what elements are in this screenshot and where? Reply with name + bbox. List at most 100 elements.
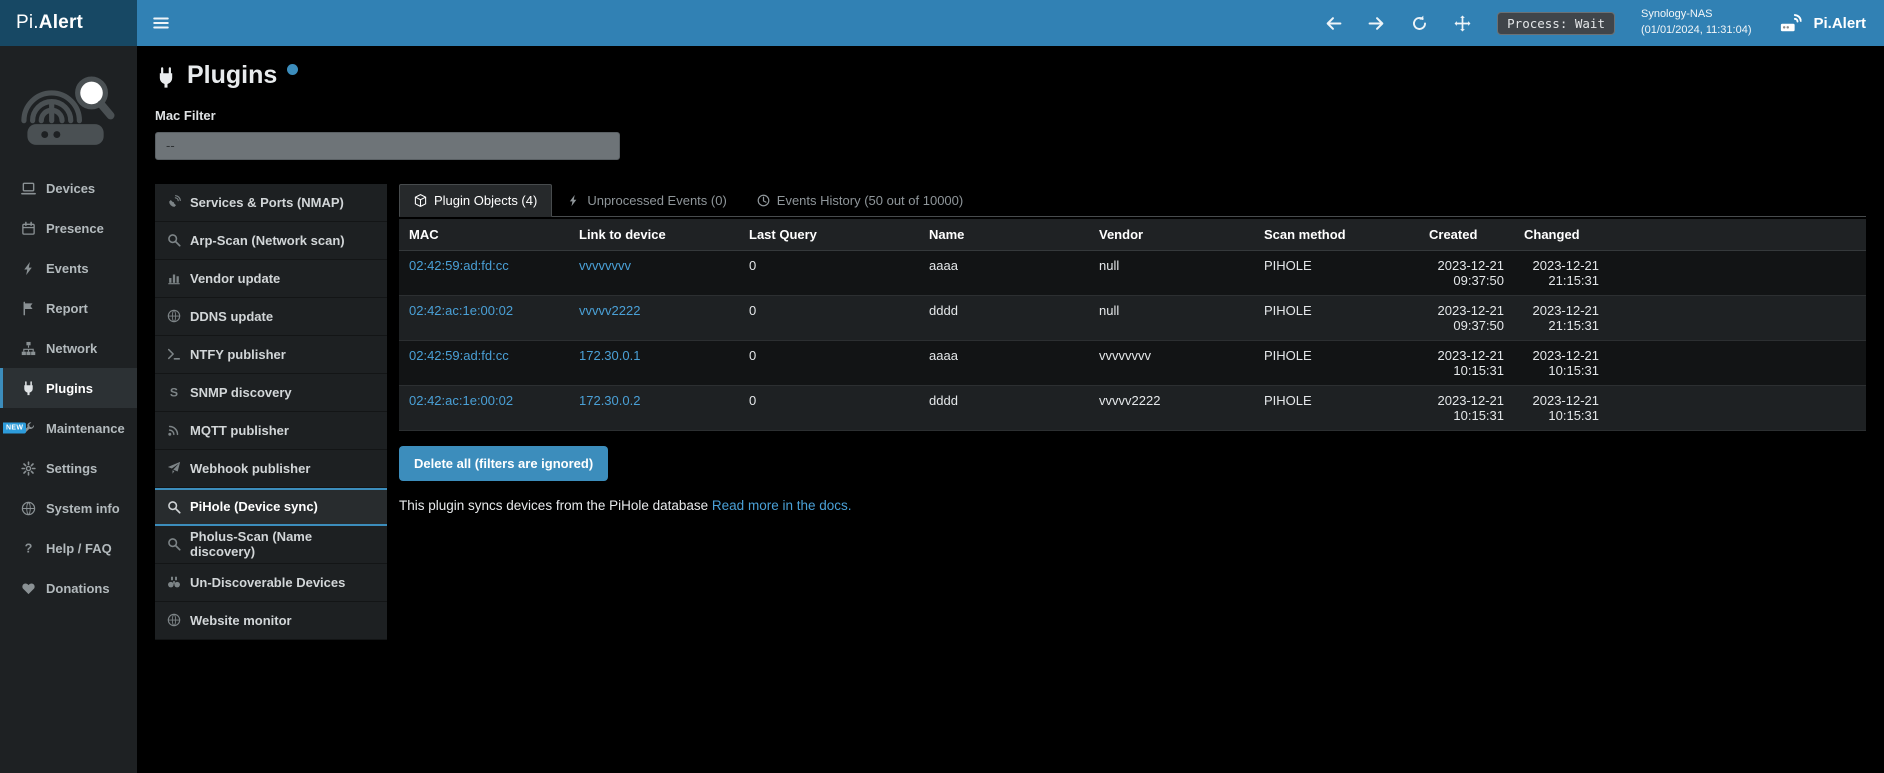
refresh-button[interactable]: [1411, 15, 1428, 32]
brand-prefix: Pi.: [16, 12, 39, 34]
sidebar-item-system-info[interactable]: System info: [0, 488, 137, 528]
process-status-badge: Process: Wait: [1497, 12, 1615, 35]
col-header-filler: [1609, 219, 1866, 251]
sidebar-item-events[interactable]: Events: [0, 248, 137, 288]
plugin-item-website-monitor[interactable]: Website monitor: [155, 602, 387, 640]
changed-cell: 2023-12-21 21:15:31: [1514, 295, 1609, 340]
sidebar-item-label: Events: [46, 261, 89, 276]
device-link[interactable]: 172.30.0.2: [579, 393, 640, 408]
plugin-item-label: Vendor update: [190, 271, 280, 286]
plugin-item-label: Un-Discoverable Devices: [190, 575, 345, 590]
header-app-name: Pi.Alert: [1813, 15, 1866, 32]
host-name: Synology-NAS: [1641, 7, 1752, 23]
table-row: 02:42:ac:1e:00:02 vvvvv2222 0 dddd null …: [399, 295, 1866, 340]
sidebar-item-label: System info: [46, 501, 120, 516]
col-header-mac[interactable]: MAC: [399, 219, 569, 251]
sidebar-item-settings[interactable]: Settings: [0, 448, 137, 488]
plugin-item-ntfy[interactable]: NTFY publisher: [155, 336, 387, 374]
back-button[interactable]: [1325, 15, 1342, 32]
created-cell: 2023-12-21 09:37:50: [1419, 250, 1514, 295]
col-header-created[interactable]: Created: [1419, 219, 1514, 251]
name-cell: dddd: [919, 385, 1089, 430]
vendor-cell: null: [1089, 250, 1254, 295]
plugin-item-webhook[interactable]: Webhook publisher: [155, 450, 387, 488]
mac-filter-input[interactable]: [155, 132, 620, 160]
sidebar-item-label: Network: [46, 341, 97, 356]
plugin-item-label: Services & Ports (NMAP): [190, 195, 344, 210]
vendor-cell: vvvvvvvv: [1089, 340, 1254, 385]
plug-icon: [155, 67, 177, 89]
sidebar-item-maintenance[interactable]: NEW Maintenance: [0, 408, 137, 448]
sidebar-item-presence[interactable]: Presence: [0, 208, 137, 248]
plugins-help-badge[interactable]: [287, 64, 298, 75]
terminal-icon: [167, 347, 181, 361]
tab-events-history[interactable]: Events History (50 out of 10000): [742, 184, 978, 217]
search-icon: [167, 233, 181, 247]
plugin-item-vendor-update[interactable]: Vendor update: [155, 260, 387, 298]
last-query-cell: 0: [739, 385, 919, 430]
device-link[interactable]: vvvvvvvv: [579, 258, 631, 273]
sidebar-item-plugins[interactable]: Plugins: [0, 368, 137, 408]
sidebar-item-devices[interactable]: Devices: [0, 168, 137, 208]
plugin-item-label: MQTT publisher: [190, 423, 289, 438]
tab-label: Plugin Objects (4): [434, 193, 537, 208]
col-header-link[interactable]: Link to device: [569, 219, 739, 251]
col-header-name[interactable]: Name: [919, 219, 1089, 251]
sidebar-item-report[interactable]: Report: [0, 288, 137, 328]
delete-all-button[interactable]: Delete all (filters are ignored): [399, 446, 608, 481]
mac-link[interactable]: 02:42:ac:1e:00:02: [409, 393, 513, 408]
plugin-item-label: NTFY publisher: [190, 347, 286, 362]
scan-method-cell: PIHOLE: [1254, 250, 1419, 295]
sidebar-item-donations[interactable]: Donations: [0, 568, 137, 608]
filler-cell: [1609, 385, 1866, 430]
col-header-changed[interactable]: Changed: [1514, 219, 1609, 251]
plugin-item-label: Webhook publisher: [190, 461, 310, 476]
page-title-row: Plugins: [155, 62, 1866, 90]
table-header-row: MAC Link to device Last Query Name Vendo…: [399, 219, 1866, 251]
col-header-vendor[interactable]: Vendor: [1089, 219, 1254, 251]
mac-link[interactable]: 02:42:ac:1e:00:02: [409, 303, 513, 318]
heart-icon: [21, 581, 36, 596]
plugin-item-nmap[interactable]: Services & Ports (NMAP): [155, 184, 387, 222]
tab-unprocessed-events[interactable]: Unprocessed Events (0): [552, 184, 741, 217]
mac-link[interactable]: 02:42:59:ad:fd:cc: [409, 258, 509, 273]
plugin-item-snmp[interactable]: SNMP discovery: [155, 374, 387, 412]
sidebar-item-help-faq[interactable]: Help / FAQ: [0, 528, 137, 568]
header-app-brand: Pi.Alert: [1777, 12, 1866, 34]
sidebar: Devices Presence Events Report Network P…: [0, 46, 137, 773]
created-cell: 2023-12-21 10:15:31: [1419, 385, 1514, 430]
forward-button[interactable]: [1368, 15, 1385, 32]
table-row: 02:42:59:ad:fd:cc 172.30.0.1 0 aaaa vvvv…: [399, 340, 1866, 385]
tab-plugin-objects[interactable]: Plugin Objects (4): [399, 184, 552, 217]
plugin-item-label: Website monitor: [190, 613, 292, 628]
sidebar-item-label: Devices: [46, 181, 95, 196]
plugin-item-pihole[interactable]: PiHole (Device sync): [155, 488, 387, 526]
table-row: 02:42:59:ad:fd:cc vvvvvvvv 0 aaaa null P…: [399, 250, 1866, 295]
col-header-last-query[interactable]: Last Query: [739, 219, 919, 251]
globe-icon: [167, 613, 181, 627]
host-info: Synology-NAS (01/01/2024, 11:31:04): [1641, 7, 1752, 39]
changed-cell: 2023-12-21 10:15:31: [1514, 385, 1609, 430]
filler-cell: [1609, 340, 1866, 385]
plugin-item-mqtt[interactable]: MQTT publisher: [155, 412, 387, 450]
plugin-description: This plugin syncs devices from the PiHol…: [399, 498, 1866, 513]
flag-icon: [21, 301, 36, 316]
plugin-item-undiscoverable[interactable]: Un-Discoverable Devices: [155, 564, 387, 602]
fullscreen-button[interactable]: [1454, 15, 1471, 32]
device-link[interactable]: vvvvv2222: [579, 303, 640, 318]
device-link[interactable]: 172.30.0.1: [579, 348, 640, 363]
sidebar-item-label: Settings: [46, 461, 97, 476]
bolt-icon: [21, 261, 36, 276]
laptop-icon: [21, 181, 36, 196]
plugin-item-pholus[interactable]: Pholus-Scan (Name discovery): [155, 526, 387, 564]
plugins-layout: Services & Ports (NMAP) Arp-Scan (Networ…: [155, 184, 1866, 640]
col-header-scan-method[interactable]: Scan method: [1254, 219, 1419, 251]
plugin-item-ddns-update[interactable]: DDNS update: [155, 298, 387, 336]
globe-icon: [167, 309, 181, 323]
plugin-item-arp-scan[interactable]: Arp-Scan (Network scan): [155, 222, 387, 260]
mac-link[interactable]: 02:42:59:ad:fd:cc: [409, 348, 509, 363]
sidebar-toggle-button[interactable]: [137, 0, 185, 46]
sidebar-item-network[interactable]: Network: [0, 328, 137, 368]
docs-link[interactable]: Read more in the docs.: [712, 498, 852, 513]
brand-logo[interactable]: Pi.Alert: [0, 0, 137, 46]
